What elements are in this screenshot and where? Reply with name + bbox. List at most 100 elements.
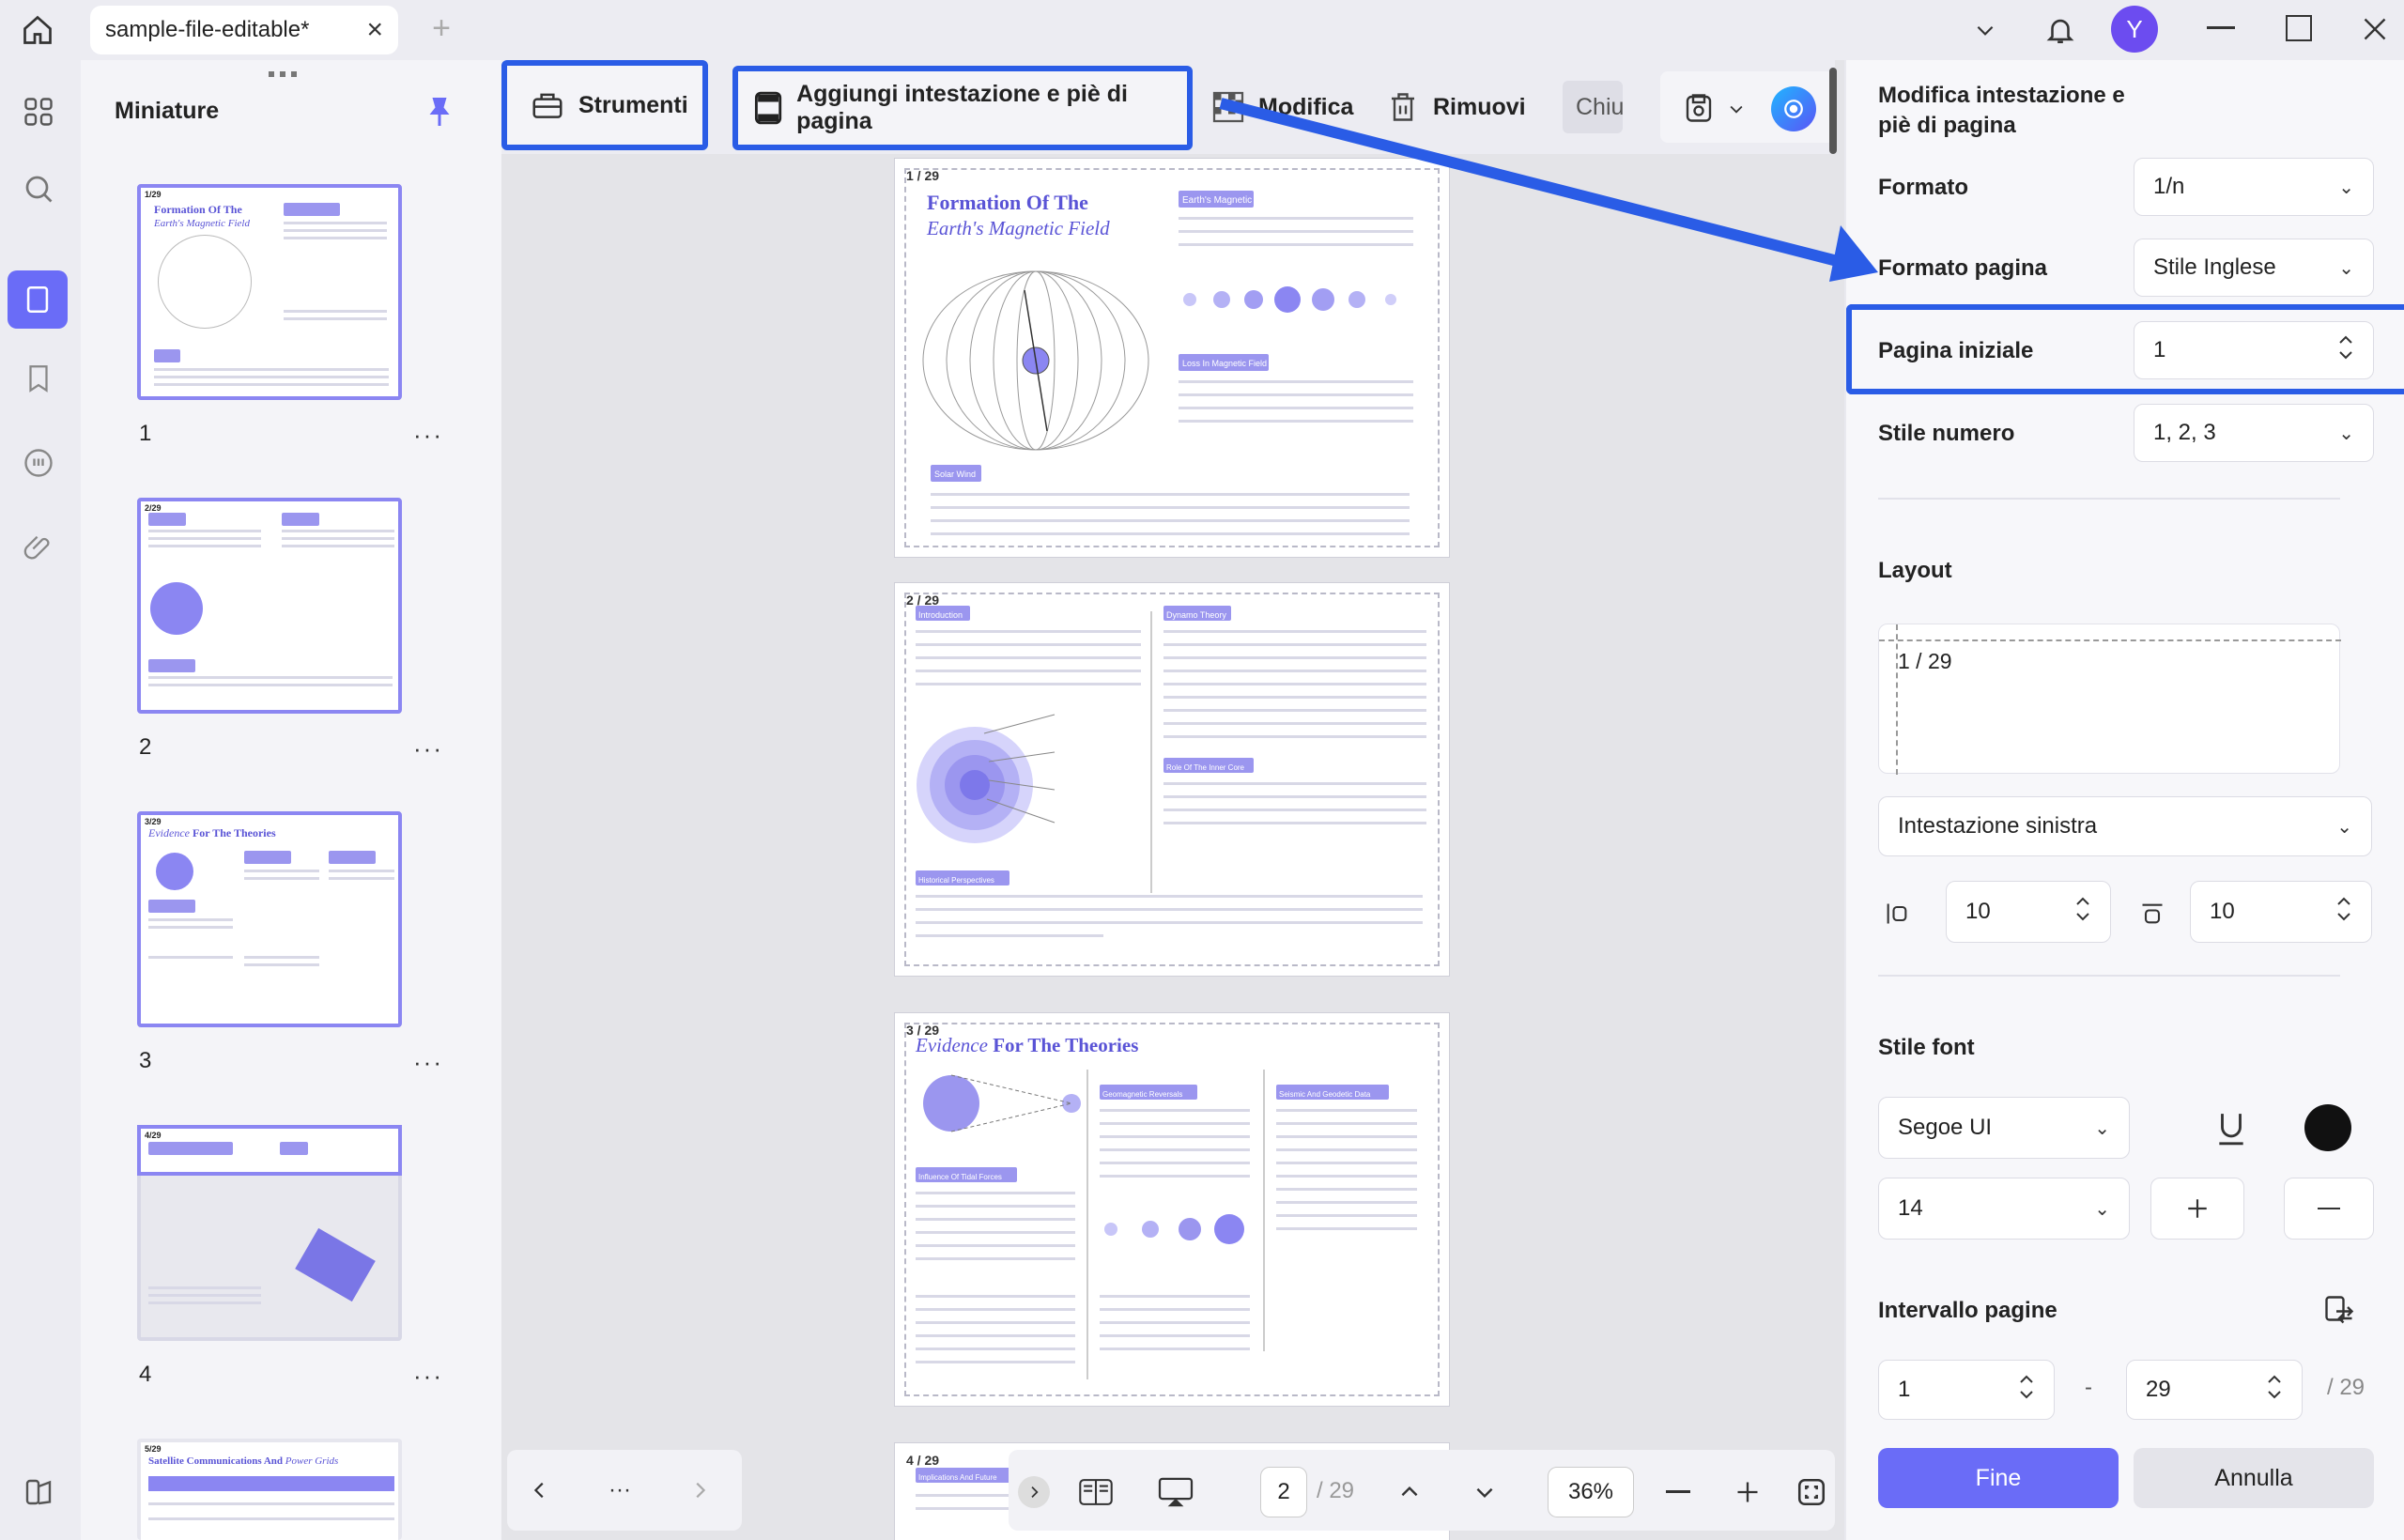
layout-label: Layout: [1878, 558, 1952, 583]
plus-icon: [2188, 1199, 2207, 1218]
edit-button[interactable]: Modifica: [1211, 81, 1353, 133]
thumbnail-panel-title: Miniature: [115, 98, 220, 124]
previous-page-icon[interactable]: [516, 1469, 563, 1512]
header-footer-panel: Modifica intestazione e piè di pagina Fo…: [1846, 60, 2404, 1540]
layout-preview[interactable]: 1 / 29: [1878, 624, 2341, 775]
range-total: / 29: [2327, 1375, 2365, 1400]
header-footer-icon: [754, 91, 782, 125]
thumbnail-field-diagram: [158, 235, 252, 329]
scrollbar[interactable]: [1829, 68, 1837, 154]
bell-icon[interactable]: [2040, 8, 2081, 53]
minimize-icon[interactable]: [2207, 26, 2235, 29]
document-tab[interactable]: sample-file-editable* ×: [90, 6, 398, 54]
section-label: Introduction: [916, 606, 970, 621]
format-select[interactable]: 1/n ⌄: [2134, 158, 2374, 216]
maximize-icon[interactable]: [2286, 15, 2312, 41]
thumbnail-more-button[interactable]: ···: [413, 1362, 443, 1391]
two-page-view-icon[interactable]: [1072, 1471, 1119, 1514]
panel-title: Modifica intestazione e piè di pagina: [1878, 83, 2125, 138]
next-page-icon[interactable]: [676, 1469, 723, 1512]
decrease-font-button[interactable]: [2284, 1178, 2374, 1240]
font-size-select[interactable]: 14 ⌄: [1878, 1178, 2130, 1240]
stepper-arrows-icon[interactable]: [2018, 1371, 2035, 1409]
thumbnail-page-5[interactable]: 5/29 Satellite Communications And Power …: [137, 1439, 402, 1540]
thumbnail-more-button[interactable]: ···: [413, 1048, 443, 1077]
comment-icon[interactable]: [15, 439, 62, 486]
page-title: Formation Of The: [927, 191, 1088, 214]
tools-button[interactable]: Strumenti: [501, 60, 708, 150]
thumbnail-page-3[interactable]: 3/29 Evidence For The Theories: [137, 811, 402, 1027]
chevron-down-icon[interactable]: [1965, 11, 2006, 49]
range-from-stepper[interactable]: 1: [1878, 1360, 2055, 1420]
home-icon[interactable]: [17, 9, 58, 51]
stepper-arrows-icon[interactable]: [2337, 331, 2354, 369]
pages-icon[interactable]: [8, 270, 68, 329]
layers-icon[interactable]: [15, 1469, 62, 1516]
stepper-arrows-icon[interactable]: [2074, 893, 2091, 931]
thumbnail-title: Satellite Communications And Power Grids: [148, 1455, 338, 1467]
page-down-icon[interactable]: [1463, 1471, 1506, 1514]
page-total: / 29: [1317, 1478, 1355, 1503]
search-icon[interactable]: [15, 165, 62, 212]
stepper-arrows-icon[interactable]: [2266, 1371, 2283, 1409]
thumbnail-more-button[interactable]: ···: [413, 421, 443, 450]
stepper-arrows-icon[interactable]: [2335, 893, 2352, 931]
attachment-icon[interactable]: [15, 524, 62, 571]
page-header-number: 1 / 29: [906, 168, 940, 183]
thumbnail-page-2[interactable]: 2/29: [137, 498, 402, 714]
thumbnail-title: Formation Of The: [154, 203, 242, 216]
number-style-select[interactable]: 1, 2, 3 ⌄: [2134, 404, 2374, 462]
page-number-input[interactable]: 2: [1260, 1467, 1307, 1517]
zoom-level[interactable]: 36%: [1548, 1467, 1634, 1517]
save-icon[interactable]: [1675, 85, 1722, 131]
section-label: Earth's Magnetic: [1179, 191, 1254, 208]
section-label-text: Solar Wind: [934, 470, 977, 479]
thumbnail-page-4[interactable]: 4/29: [137, 1125, 402, 1341]
document-tab-title: sample-file-editable*: [105, 17, 310, 42]
range-to-stepper[interactable]: 29: [2126, 1360, 2303, 1420]
close-tab-icon[interactable]: ×: [366, 14, 383, 46]
font-family-select[interactable]: Segoe UI ⌄: [1878, 1097, 2130, 1159]
document-canvas: Strumenti Aggiungi intestazione e piè di…: [501, 60, 1844, 1540]
ai-assistant-icon[interactable]: [1771, 86, 1816, 131]
swap-range-icon[interactable]: [2316, 1286, 2363, 1333]
position-value: Intestazione sinistra: [1898, 813, 2098, 839]
expand-toolbar-icon[interactable]: [1018, 1476, 1050, 1508]
page-navigation-bar: ···: [507, 1450, 742, 1531]
left-margin-stepper[interactable]: 10: [1946, 881, 2111, 943]
thumbnail-page-1[interactable]: 1/29 Formation Of The Earth's Magnetic F…: [137, 184, 402, 400]
thumbnail-number: 3: [139, 1048, 152, 1073]
panel-drag-handle[interactable]: [269, 71, 300, 77]
avatar[interactable]: Y: [2111, 6, 2158, 53]
more-pages-button[interactable]: ···: [592, 1469, 648, 1512]
presentation-icon[interactable]: [1149, 1471, 1202, 1514]
done-button[interactable]: Fine: [1878, 1448, 2119, 1508]
new-tab-icon[interactable]: +: [423, 9, 460, 47]
close-button[interactable]: Chiu: [1563, 81, 1623, 133]
section-label-text: Introduction: [918, 610, 963, 620]
pin-icon[interactable]: [421, 88, 458, 135]
section-label-text: Loss In Magnetic Field: [1182, 359, 1268, 368]
page-up-icon[interactable]: [1388, 1471, 1431, 1514]
remove-button[interactable]: Rimuovi: [1386, 81, 1526, 133]
bookmark-icon[interactable]: [15, 355, 62, 402]
increase-font-button[interactable]: [2150, 1178, 2244, 1240]
font-color-swatch[interactable]: [2304, 1104, 2351, 1151]
thumbnail-more-button[interactable]: ···: [413, 734, 443, 763]
top-margin-stepper[interactable]: 10: [2190, 881, 2372, 943]
close-window-icon[interactable]: [2357, 11, 2393, 47]
zoom-out-icon[interactable]: [1666, 1490, 1690, 1493]
cancel-button[interactable]: Annulla: [2134, 1448, 2374, 1508]
add-header-footer-button[interactable]: Aggiungi intestazione e piè di pagina: [732, 66, 1193, 150]
apps-grid-icon[interactable]: [15, 88, 62, 135]
page-format-select[interactable]: Stile Inglese ⌄: [2134, 239, 2374, 297]
start-page-stepper[interactable]: 1: [2134, 321, 2374, 379]
zoom-in-icon[interactable]: [1726, 1471, 1769, 1514]
position-select[interactable]: Intestazione sinistra ⌄: [1878, 796, 2372, 856]
fit-page-icon[interactable]: [1790, 1471, 1833, 1514]
save-options-chevron-icon[interactable]: [1722, 90, 1750, 128]
underline-icon[interactable]: [2203, 1101, 2259, 1157]
planets-diagram: [1104, 1214, 1244, 1244]
thumbnail-header: 1/29: [145, 190, 162, 199]
page-range-label: Intervallo pagine: [1878, 1298, 2057, 1323]
